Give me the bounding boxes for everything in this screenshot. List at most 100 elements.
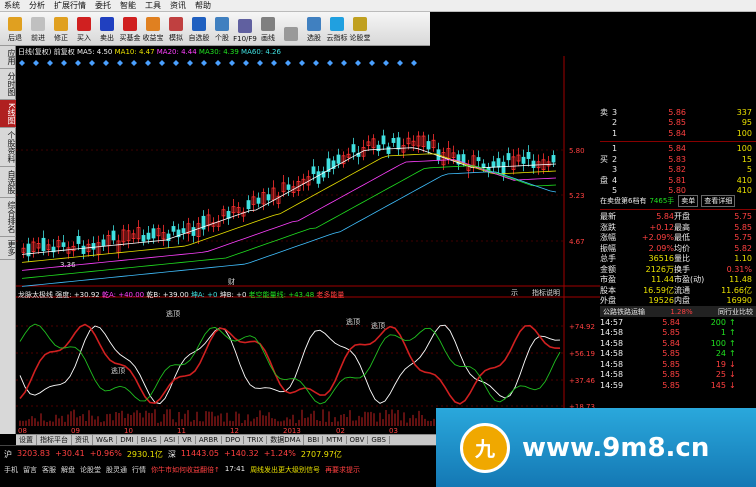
menu-item-0[interactable]: 系统 xyxy=(4,0,20,11)
status-row1-4: 2930.1亿 xyxy=(126,450,163,459)
candle-body xyxy=(151,228,156,239)
toolbar-button-6[interactable]: 收益宝 xyxy=(142,17,164,45)
indicator-name[interactable]: 龙脉太极线 xyxy=(18,291,53,299)
status-row2-8[interactable]: 17:41 xyxy=(225,465,245,475)
tick-volume: 1 xyxy=(720,328,726,338)
order-level: 4 xyxy=(612,175,618,185)
left-tab-2[interactable]: K线图 xyxy=(0,100,16,129)
menu-item-6[interactable]: 资讯 xyxy=(170,0,186,11)
sector-row: 公路铁路运输 1.28% 同行业比较 xyxy=(600,306,756,317)
tab-11[interactable]: 数据DMA xyxy=(267,435,305,445)
menu-item-4[interactable]: 智能 xyxy=(120,0,136,11)
toolbar-button-10[interactable]: F10/F9 xyxy=(233,19,257,45)
candle-body xyxy=(101,239,106,247)
tab-5[interactable]: BIAS xyxy=(138,436,161,444)
candle-body xyxy=(81,245,86,254)
order-volume: 337 xyxy=(736,107,752,117)
toolbar-button-0[interactable]: 后退 xyxy=(4,17,26,45)
status-row1-3: +0.96% xyxy=(89,449,122,458)
status-row1-9: 2707.97亿 xyxy=(300,450,342,459)
tab-0[interactable]: 设置 xyxy=(16,435,37,445)
tab-15[interactable]: GBS xyxy=(368,436,390,444)
view-detail-button[interactable]: 查看详细 xyxy=(701,195,736,208)
stock-icon xyxy=(215,17,229,31)
left-tab-0[interactable]: 应用 xyxy=(0,46,16,69)
left-tab-3[interactable]: 个股资料 xyxy=(0,128,16,168)
tab-9[interactable]: DPO xyxy=(222,436,245,444)
toolbar-button-2[interactable]: 修正 xyxy=(50,17,72,45)
status-row2-3[interactable]: 解盘 xyxy=(61,465,75,475)
sector-name[interactable]: 公路铁路运输 xyxy=(603,307,645,317)
toolbar-button-4[interactable]: 卖出 xyxy=(96,17,118,45)
order-volume: 100 xyxy=(736,144,752,154)
order-row: 盘 4 5.81 410 xyxy=(600,175,756,186)
left-tab-1[interactable]: 分时图 xyxy=(0,69,16,100)
date-axis-label: 11 xyxy=(177,427,186,434)
candle-body xyxy=(481,163,486,168)
tab-7[interactable]: VR xyxy=(179,436,196,444)
toolbar-button-13[interactable]: 选股 xyxy=(303,17,325,45)
tab-4[interactable]: DMI xyxy=(117,436,138,444)
menu-item-7[interactable]: 帮助 xyxy=(195,0,211,11)
sell-order-button[interactable]: 卖单 xyxy=(678,195,699,208)
stat-cell: 5.75 xyxy=(734,233,752,243)
sector-compare-link[interactable]: 同行业比较 xyxy=(718,307,753,317)
back-arrow-icon xyxy=(8,17,22,31)
order-price: 5.85 xyxy=(668,118,686,128)
tab-14[interactable]: OBV xyxy=(347,436,369,444)
toolbar-button-7[interactable]: 模拟 xyxy=(165,17,187,45)
tab-1[interactable]: 指标平台 xyxy=(37,435,72,445)
toolbar-button-14[interactable]: 云指标 xyxy=(326,17,348,45)
kline-chart[interactable]: 5.805.234.673.36财+74.92+56.19+37.46+18.7… xyxy=(16,46,600,434)
status-row2-7[interactable]: 你牛市如何收益翻倍↑ xyxy=(151,465,220,475)
menu-item-2[interactable]: 扩展行情 xyxy=(54,0,86,11)
candle-body xyxy=(61,242,66,247)
forward-arrow-icon xyxy=(31,17,45,31)
toolbar-button-5[interactable]: 买基金 xyxy=(119,17,141,45)
date-axis-label: 03 xyxy=(389,427,398,434)
tick-row: 14:59 5.85 145 ↓ xyxy=(600,380,756,391)
tick-time: 14:57 xyxy=(600,317,624,327)
left-tab-5[interactable]: 综合排名 xyxy=(0,198,16,238)
tick-row: 14:58 5.85 1 ↑ xyxy=(600,328,756,339)
adjust-type[interactable]: 前复权 xyxy=(54,48,75,56)
toolbar-button-1[interactable]: 前进 xyxy=(27,17,49,45)
stat-cell: 16.59亿 xyxy=(643,285,674,295)
toolbar-button-15[interactable]: 论股堂 xyxy=(349,17,371,45)
status-row2-6[interactable]: 行情 xyxy=(132,465,146,475)
candle-body xyxy=(501,161,506,175)
candle-body xyxy=(316,171,321,184)
status-row2-5[interactable]: 股灵通 xyxy=(106,465,127,475)
stat-cell: +0.12 xyxy=(649,222,674,232)
toolbar-button-3[interactable]: 买入 xyxy=(73,17,95,45)
toolbar-button-11[interactable]: 画线 xyxy=(257,17,279,45)
toolbar-button-9[interactable]: 个股 xyxy=(211,17,233,45)
menu-item-1[interactable]: 分析 xyxy=(29,0,45,11)
tab-6[interactable]: ASI xyxy=(161,436,180,444)
escape-top-label: 逃顶 xyxy=(166,309,180,318)
status-row2-1[interactable]: 留言 xyxy=(23,465,37,475)
period-label[interactable]: 日线(复权) xyxy=(18,48,51,56)
status-row2-2[interactable]: 客服 xyxy=(42,465,56,475)
toolbar-button-12[interactable] xyxy=(280,27,302,45)
status-row2-4[interactable]: 论股堂 xyxy=(80,465,101,475)
status-row2-10[interactable]: 再要求提示 xyxy=(325,465,360,475)
tab-12[interactable]: BBI xyxy=(304,436,324,444)
tab-2[interactable]: 资讯 xyxy=(72,435,93,445)
order-volume: 410 xyxy=(736,175,752,185)
left-tab-4[interactable]: 自选股 xyxy=(0,167,16,199)
tick-time: 14:59 xyxy=(600,380,624,390)
tab-13[interactable]: MTM xyxy=(323,436,347,444)
status-row2-9[interactable]: 周线发出更大级别信号 xyxy=(250,465,320,475)
menu-item-5[interactable]: 工具 xyxy=(145,0,161,11)
tab-8[interactable]: ARBR xyxy=(196,436,223,444)
tab-10[interactable]: TRIX xyxy=(244,436,268,444)
menu-item-3[interactable]: 委托 xyxy=(95,0,111,11)
status-row2-0[interactable]: 手机 xyxy=(4,465,18,475)
stat-row: 外盘 19526 内盘 16990 xyxy=(600,296,756,307)
left-tab-6[interactable]: 更多 xyxy=(0,237,16,261)
toolbar-button-8[interactable]: 自选股 xyxy=(188,17,210,45)
order-side-label: 卖 xyxy=(600,107,608,117)
candle-body xyxy=(181,228,186,234)
tab-3[interactable]: W&R xyxy=(93,436,118,444)
